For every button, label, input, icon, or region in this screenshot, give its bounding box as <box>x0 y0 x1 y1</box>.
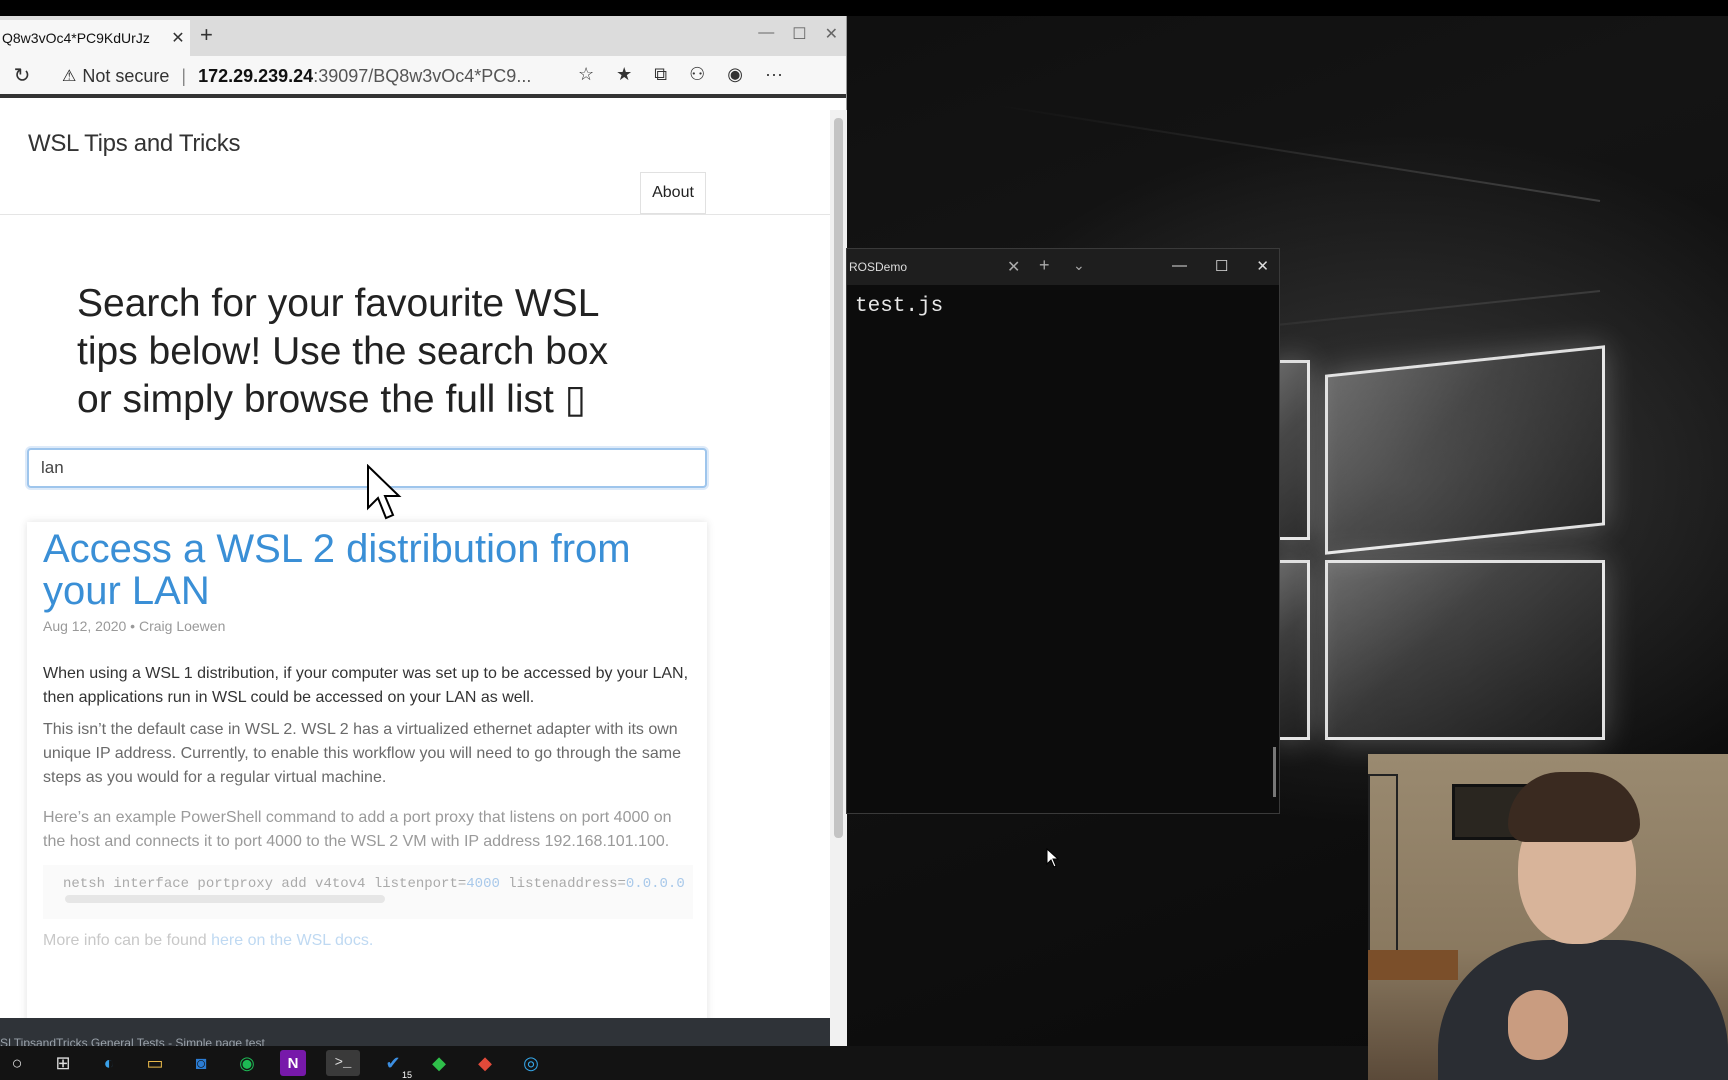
url-path: :39097/BQ8w3vOc4*PC9... <box>313 65 532 86</box>
code-scrollbar[interactable] <box>65 895 385 903</box>
more-info-line: More info can be found here on the WSL d… <box>43 932 373 950</box>
url-host: 172.29.239.24 <box>198 65 314 86</box>
app-green-icon[interactable]: ◆ <box>426 1050 452 1076</box>
maximize-icon[interactable]: ☐ <box>1215 257 1228 275</box>
security-label[interactable]: Not secure <box>82 66 169 87</box>
webcam-video <box>1368 754 1728 1080</box>
search-icon[interactable]: ○ <box>4 1050 30 1076</box>
terminal-tab-close-icon[interactable]: ✕ <box>1007 257 1020 277</box>
file-explorer-icon[interactable]: ▭ <box>142 1050 168 1076</box>
scrollbar-thumb[interactable] <box>834 118 843 838</box>
todo-icon[interactable]: ✔ 15 <box>380 1050 412 1080</box>
browser-tab-bar: Q8w3vOc4*PC9KdUrJz ✕ + — ☐ ✕ <box>0 16 846 56</box>
webcam-person-hand <box>1508 990 1568 1060</box>
code-text: listenaddress= <box>499 876 626 892</box>
spotify-icon[interactable]: ◉ <box>234 1050 260 1076</box>
post-meta: Aug 12, 2020 • Craig Loewen <box>43 618 226 634</box>
collections-icon[interactable]: ⧉ <box>654 64 667 85</box>
hero-heading: Search for your favourite WSL tips below… <box>77 282 609 421</box>
tab-close-icon[interactable]: ✕ <box>166 28 190 48</box>
favorites-icon[interactable]: ★ <box>616 64 632 85</box>
terminal-icon[interactable]: >_ <box>326 1050 360 1076</box>
code-text: netsh interface portproxy add v4tov4 lis… <box>63 876 467 892</box>
url-field[interactable]: ⚠ Not secure | 172.29.239.24 :39097/BQ8w… <box>50 60 610 92</box>
onenote-icon[interactable]: N <box>280 1050 306 1076</box>
screen-top-strip <box>0 0 1728 16</box>
browser-tab-title: Q8w3vOc4*PC9KdUrJz <box>2 30 150 46</box>
code-address: 0.0.0.0 <box>625 876 685 892</box>
post-paragraph: When using a WSL 1 distribution, if your… <box>43 665 689 706</box>
new-tab-button[interactable]: + <box>200 22 213 48</box>
address-bar: ↻ ⚠ Not secure | 172.29.239.24 :39097/BQ… <box>0 56 846 98</box>
warning-icon[interactable]: ⚠ <box>62 66 76 86</box>
profile-icon[interactable]: ◉ <box>727 64 743 85</box>
terminal-scrollbar[interactable] <box>1273 747 1276 797</box>
mouse-cursor-icon <box>366 463 402 525</box>
reload-icon[interactable]: ↻ <box>0 63 44 88</box>
webcam-person-hair <box>1508 772 1640 842</box>
app-red-icon[interactable]: ◆ <box>472 1050 498 1076</box>
more-info-text: More info can be found <box>43 932 212 949</box>
close-icon[interactable]: ✕ <box>825 24 838 44</box>
terminal-new-tab-icon[interactable]: + <box>1039 255 1050 276</box>
post-paragraph: Here’s an example PowerShell command to … <box>43 809 672 850</box>
minimize-icon[interactable]: — <box>758 24 774 44</box>
terminal-tab-title[interactable]: ROSDemo <box>849 260 907 274</box>
terminal-title-bar: ROSDemo ✕ + ⌄ — ☐ ✕ <box>847 249 1279 285</box>
edge-dev-icon[interactable]: ◎ <box>518 1050 544 1076</box>
close-icon[interactable]: ✕ <box>1256 257 1269 275</box>
post-title-link[interactable]: Access a WSL 2 distribution from your LA… <box>43 528 693 612</box>
nav-divider <box>0 214 830 215</box>
wsl-docs-link[interactable]: here on the WSL docs. <box>211 932 373 949</box>
code-port: 4000 <box>466 876 500 892</box>
extensions-icon[interactable]: ⚇ <box>689 64 705 85</box>
post-card: Access a WSL 2 distribution from your LA… <box>27 522 707 1046</box>
outlook-icon[interactable]: ◙ <box>188 1050 214 1076</box>
todo-badge: 15 <box>401 1070 412 1080</box>
windows-logo-icon <box>1270 320 1610 760</box>
browser-window: Q8w3vOc4*PC9KdUrJz ✕ + — ☐ ✕ ↻ ⚠ Not sec… <box>0 16 847 1046</box>
webcam-desk <box>1368 950 1458 980</box>
todo-glyph: ✔ <box>385 1052 401 1073</box>
more-menu-icon[interactable]: ··· <box>765 64 783 85</box>
desktop-cursor-icon <box>1046 847 1060 873</box>
browser-window-controls: — ☐ ✕ <box>758 24 838 44</box>
light-beam <box>987 103 1601 202</box>
status-strip: SLTipsandTricks General Tests - Simple p… <box>0 1018 830 1050</box>
taskbar: ○ ⊞ ◐ ▭ ◙ ◉ N >_ ✔ 15 ◆ ◆ ◎ <box>0 1046 1368 1080</box>
page-scrollbar[interactable] <box>830 110 847 1046</box>
webcam-shelf <box>1368 774 1398 974</box>
code-block: netsh interface portproxy add v4tov4 lis… <box>43 865 693 919</box>
terminal-window: ROSDemo ✕ + ⌄ — ☐ ✕ test.js <box>846 248 1280 814</box>
task-view-icon[interactable]: ⊞ <box>50 1050 76 1076</box>
browser-toolbar: ☆ ★ ⧉ ⚇ ◉ ··· <box>578 64 783 85</box>
nav-about-link[interactable]: About <box>640 172 706 214</box>
maximize-icon[interactable]: ☐ <box>792 24 806 44</box>
url-separator: | <box>181 65 187 86</box>
site-title[interactable]: WSL Tips and Tricks <box>28 130 240 158</box>
edge-icon[interactable]: ◐ <box>96 1050 122 1076</box>
web-page: WSL Tips and Tricks About Search for you… <box>0 110 830 1046</box>
post-paragraph: This isn’t the default case in WSL 2. WS… <box>43 721 681 786</box>
browser-tab[interactable]: Q8w3vOc4*PC9KdUrJz ✕ <box>0 20 190 56</box>
terminal-dropdown-icon[interactable]: ⌄ <box>1073 257 1085 274</box>
favorite-add-icon[interactable]: ☆ <box>578 64 594 85</box>
minimize-icon[interactable]: — <box>1172 257 1187 275</box>
terminal-window-controls: — ☐ ✕ <box>1172 257 1269 275</box>
terminal-output[interactable]: test.js <box>855 295 943 318</box>
